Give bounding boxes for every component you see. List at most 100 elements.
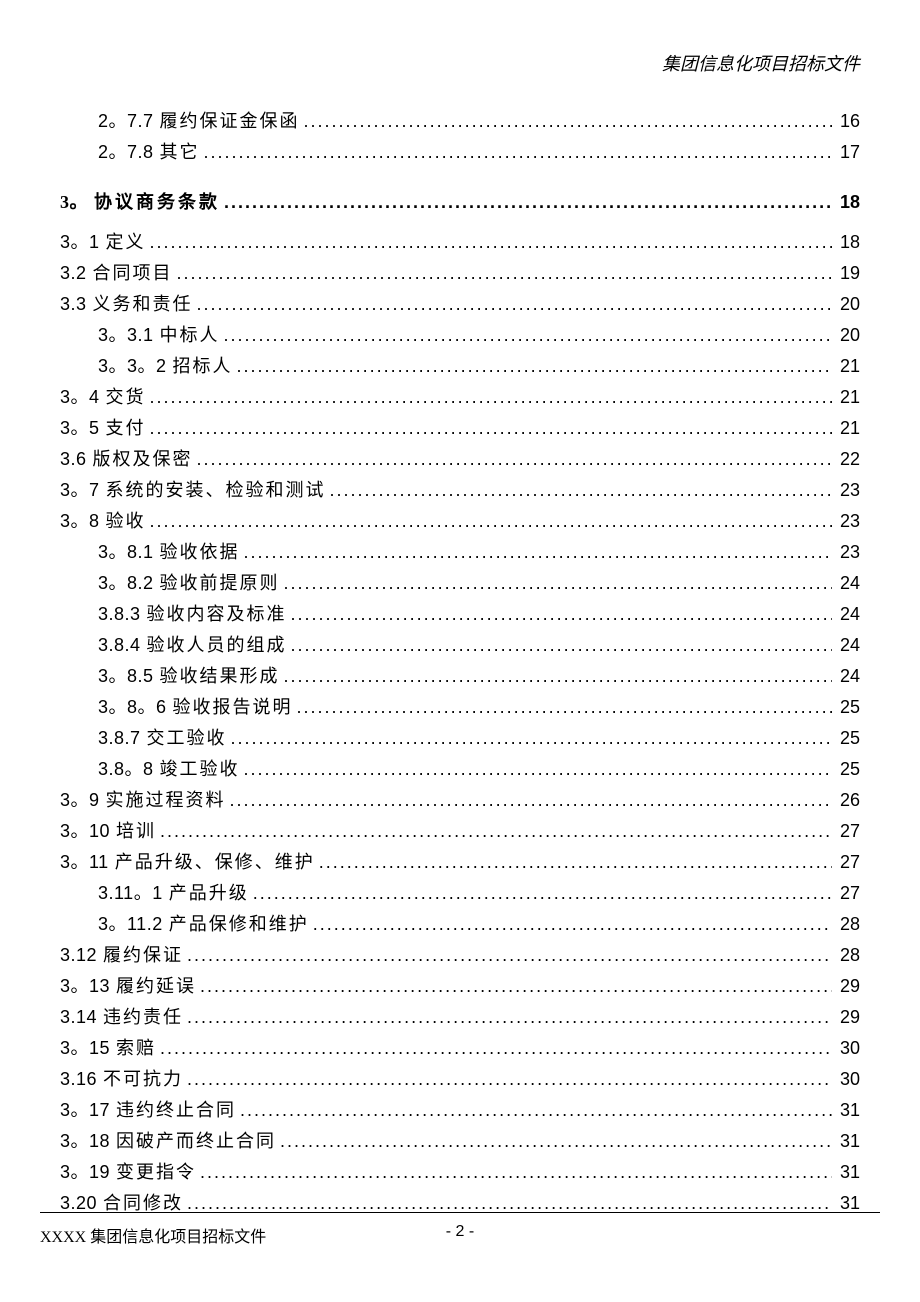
toc-entry-number: 3。1 [60, 227, 100, 257]
toc-leader-dots [230, 785, 832, 815]
toc-entry-number: 2。7.8 [98, 137, 154, 167]
toc-entry-number: 3。8.2 [98, 568, 154, 598]
toc-entry: 3。8.2验收前提原则24 [60, 568, 860, 598]
toc-entry: 3。7系统的安装、检验和测试 23 [60, 475, 860, 505]
toc-leader-dots [244, 754, 832, 784]
toc-entry-number: 3.3 [60, 289, 87, 319]
toc-entry-number: 3。4 [60, 382, 100, 412]
toc-entry: 3。18因破产而终止合同31 [60, 1126, 860, 1156]
toc-entry: 3。15索赔30 [60, 1033, 860, 1063]
toc-leader-dots [200, 971, 832, 1001]
toc-entry-page: 23 [836, 537, 860, 567]
footer-left-text: XXXX 集团信息化项目招标文件 [40, 1223, 320, 1247]
toc-entry-page: 20 [836, 320, 860, 350]
toc-entry: 3。8.1验收依据23 [60, 537, 860, 567]
toc-leader-dots [224, 187, 832, 217]
toc-entry-title: 协议商务条款 [94, 187, 220, 217]
toc-leader-dots [224, 320, 832, 350]
toc-entry: 2。7.8其它17 [60, 137, 860, 167]
toc-entry-number: 2。7.7 [98, 106, 154, 136]
toc-entry-page: 30 [836, 1033, 860, 1063]
toc-entry-title: 招标人 [173, 351, 233, 381]
toc-leader-dots [253, 878, 832, 908]
toc-entry-page: 27 [836, 816, 860, 846]
toc-entry-number: 3。5 [60, 413, 100, 443]
table-of-contents: 2。7.7履约保证金保函 162。7.8其它17 3。协议商务条款 183。1定义18… [40, 106, 880, 1218]
toc-entry: 2。7.7履约保证金保函 16 [60, 106, 860, 136]
toc-entry-title: 索赔 [116, 1033, 156, 1063]
toc-entry-number: 3。17 [60, 1095, 110, 1125]
toc-leader-dots [297, 692, 832, 722]
toc-entry-title: 验收内容及标准 [147, 599, 287, 629]
toc-entry-page: 24 [836, 599, 860, 629]
toc-entry: 3.12履约保证28 [60, 940, 860, 970]
toc-entry-page: 24 [836, 661, 860, 691]
footer-page-number: - 2 - [320, 1223, 600, 1247]
toc-entry-title: 合同项目 [93, 258, 173, 288]
toc-leader-dots [319, 847, 832, 877]
toc-entry: 3。9实施过程资料26 [60, 785, 860, 815]
toc-entry-number: 3.8.3 [98, 599, 141, 629]
toc-leader-dots [187, 940, 832, 970]
toc-entry: 3.14违约责任29 [60, 1002, 860, 1032]
toc-entry: 3。17违约终止合同 31 [60, 1095, 860, 1125]
toc-entry: 3.8.7交工验收25 [60, 723, 860, 753]
toc-entry: 3.8.3验收内容及标准 24 [60, 599, 860, 629]
toc-entry-page: 23 [836, 506, 860, 536]
toc-entry-title: 履约保证 [103, 940, 183, 970]
toc-leader-dots [231, 723, 832, 753]
toc-entry-page: 21 [836, 351, 860, 381]
toc-entry-number: 3。18 [60, 1126, 110, 1156]
toc-entry-page: 29 [836, 1002, 860, 1032]
toc-entry-number: 3。3.1 [98, 320, 154, 350]
toc-entry-title: 支付 [106, 413, 146, 443]
toc-entry: 3.16不可抗力30 [60, 1064, 860, 1094]
document-header: 集团信息化项目招标文件 [40, 50, 880, 76]
toc-entry: 3。1定义18 [60, 227, 860, 257]
toc-leader-dots [177, 258, 832, 288]
toc-leader-dots [244, 537, 832, 567]
toc-entry-page: 31 [836, 1095, 860, 1125]
toc-entry-title: 变更指令 [116, 1157, 196, 1187]
toc-entry-page: 19 [836, 258, 860, 288]
toc-entry: 3.11。1产品升级27 [60, 878, 860, 908]
toc-entry-number: 3。8。6 [98, 692, 167, 722]
toc-entry-number: 3.2 [60, 258, 87, 288]
toc-entry-number: 3。3。2 [98, 351, 167, 381]
toc-entry-page: 21 [836, 382, 860, 412]
toc-entry: 3。11.2产品保修和维护28 [60, 909, 860, 939]
toc-entry-number: 3。8 [60, 506, 100, 536]
toc-entry-page: 18 [836, 227, 860, 257]
toc-leader-dots [237, 351, 832, 381]
toc-leader-dots [160, 816, 832, 846]
toc-entry-title: 验收前提原则 [160, 568, 280, 598]
toc-leader-dots [284, 568, 832, 598]
toc-entry: 3。8。6验收报告说明25 [60, 692, 860, 722]
toc-entry-page: 26 [836, 785, 860, 815]
toc-entry-page: 31 [836, 1126, 860, 1156]
toc-entry-title: 实施过程资料 [106, 785, 226, 815]
toc-entry-page: 25 [836, 754, 860, 784]
toc-entry-page: 31 [836, 1157, 860, 1187]
toc-entry-title: 系统的安装、检验和测试 [106, 475, 326, 505]
toc-leader-dots [187, 1002, 832, 1032]
toc-leader-dots [204, 137, 832, 167]
toc-leader-dots [291, 630, 832, 660]
toc-entry-number: 3。7 [60, 475, 100, 505]
toc-entry: 3。10培训27 [60, 816, 860, 846]
toc-entry: 3。8验收 23 [60, 506, 860, 536]
toc-leader-dots [150, 506, 832, 536]
toc-entry-number: 3。 [60, 187, 88, 217]
toc-entry-number: 3.8.7 [98, 723, 141, 753]
toc-entry: 3。5支付21 [60, 413, 860, 443]
toc-entry-title: 违约终止合同 [116, 1095, 236, 1125]
toc-entry-number: 3。11 [60, 847, 109, 877]
toc-entry-page: 16 [836, 106, 860, 136]
toc-entry-title: 验收 [106, 506, 146, 536]
toc-entry-number: 3。10 [60, 816, 110, 846]
toc-entry-number: 3.16 [60, 1064, 97, 1094]
toc-entry-title: 履约延误 [116, 971, 196, 1001]
toc-entry: 3。19变更指令31 [60, 1157, 860, 1187]
toc-entry-page: 23 [836, 475, 860, 505]
toc-entry-title: 履约保证金保函 [160, 106, 300, 136]
